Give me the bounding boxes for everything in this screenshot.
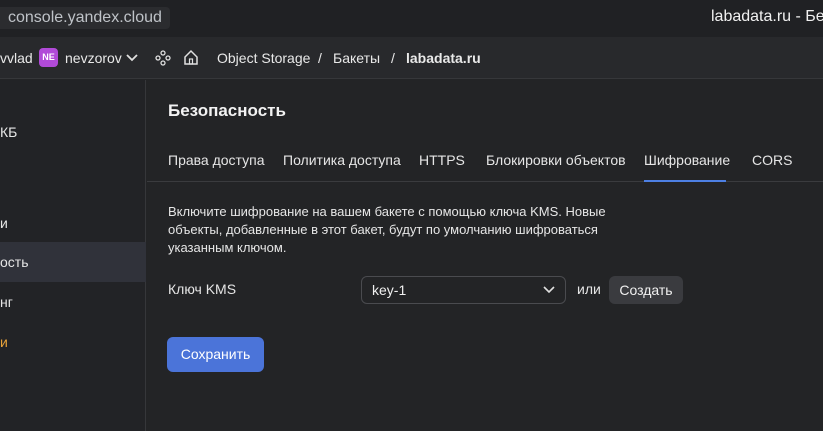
org-avatar[interactable]: NE — [39, 48, 58, 67]
page-title: Безопасность — [168, 101, 286, 120]
user-name[interactable]: vvlad — [0, 37, 33, 79]
tab-title[interactable]: labadata.ru - Бе — [711, 8, 823, 26]
tab-encryption[interactable]: Шифрование — [644, 142, 730, 182]
breadcrumb-separator: / — [391, 50, 395, 66]
sidebar: КБ и ость нг и — [0, 80, 146, 431]
tab-cors[interactable]: CORS — [752, 142, 792, 182]
tab-object-locks[interactable]: Блокировки объектов — [486, 142, 626, 182]
breadcrumb-buckets[interactable]: Бакеты — [333, 37, 380, 79]
sidebar-item-2[interactable]: и — [0, 203, 146, 243]
sidebar-item-1[interactable]: КБ — [0, 112, 146, 152]
services-icon[interactable] — [155, 50, 171, 66]
kms-key-value: key-1 — [372, 282, 407, 298]
kms-key-label: Ключ KMS — [168, 281, 237, 297]
create-key-button[interactable]: Создать — [609, 276, 683, 304]
tab-https[interactable]: HTTPS — [419, 142, 465, 182]
breadcrumb-object-storage[interactable]: Object Storage — [217, 37, 310, 79]
tab-access-rights[interactable]: Права доступа — [168, 142, 264, 182]
address-bar[interactable]: console.yandex.cloud — [0, 7, 170, 29]
org-name[interactable]: nevzorov — [65, 37, 122, 79]
or-label: или — [577, 281, 601, 297]
chevron-down-icon — [543, 286, 555, 294]
sidebar-item-4[interactable]: нг — [0, 282, 146, 322]
home-icon[interactable] — [183, 49, 199, 66]
breadcrumb-bucket-name: labadata.ru — [406, 50, 481, 66]
sidebar-item-5[interactable]: и — [0, 322, 146, 362]
tab-access-policy[interactable]: Политика доступа — [283, 142, 401, 182]
sidebar-item-security[interactable]: ость — [0, 242, 146, 282]
breadcrumb-separator: / — [318, 50, 322, 66]
top-navigation: vvlad NE nevzorov Object Storage / Бакет… — [0, 37, 823, 79]
chevron-down-icon[interactable] — [126, 53, 138, 63]
save-button[interactable]: Сохранить — [167, 337, 264, 372]
kms-key-select[interactable]: key-1 — [361, 276, 566, 304]
main-panel: Безопасность Права доступа Политика дост… — [147, 80, 823, 431]
browser-titlebar: console.yandex.cloud labadata.ru - Бе — [0, 0, 823, 37]
encryption-description: Включите шифрование на вашем бакете с по… — [168, 204, 606, 255]
tab-bar: Права доступа Политика доступа HTTPS Бло… — [147, 142, 823, 182]
